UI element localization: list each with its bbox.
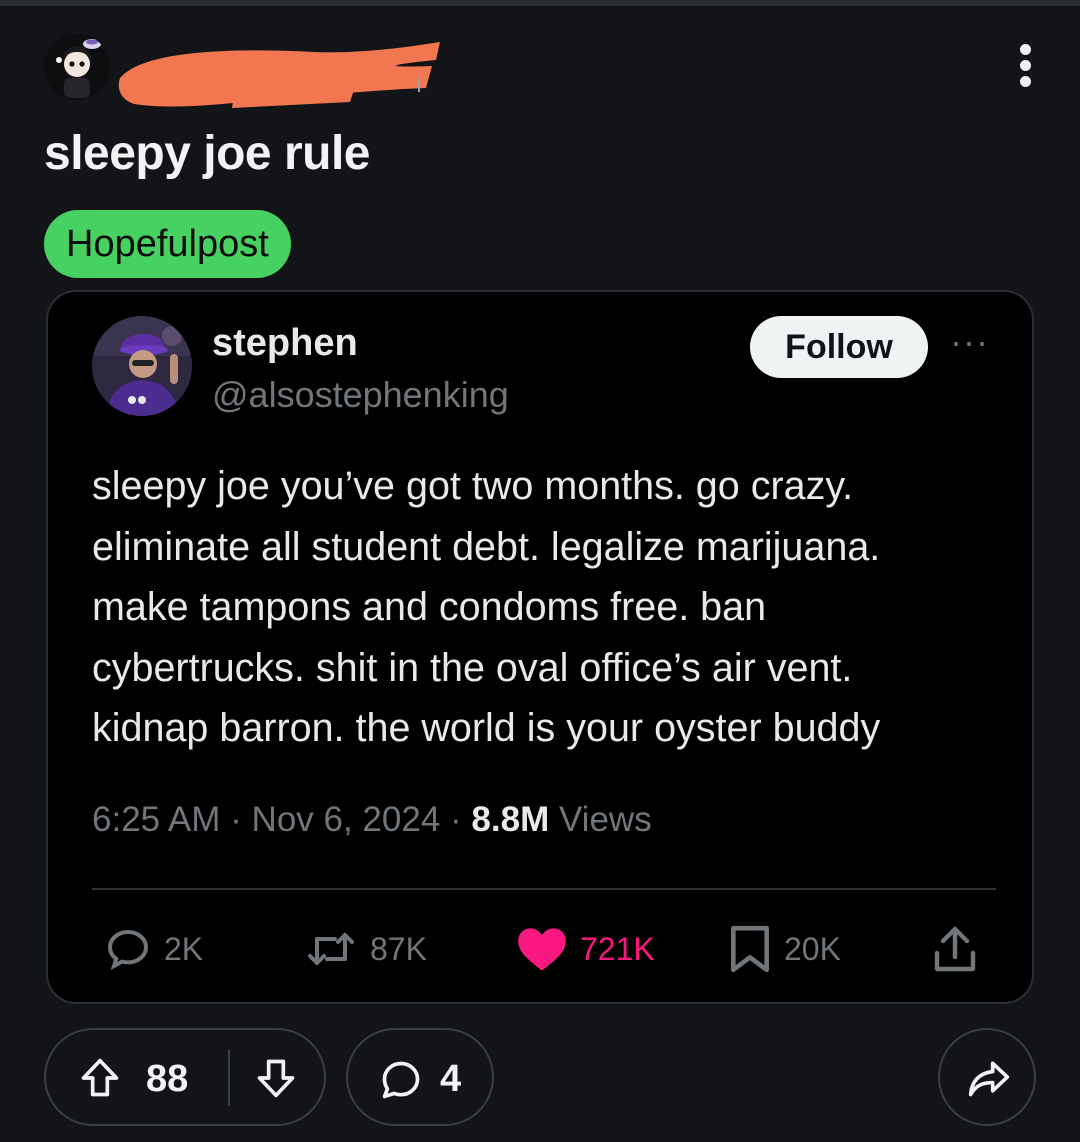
tweet-author-handle[interactable]: @alsostephenking xyxy=(212,374,509,416)
redacted-username xyxy=(114,38,444,118)
meta-separator: · xyxy=(230,800,252,839)
tweet-author-avatar[interactable] xyxy=(92,316,192,416)
like-button[interactable]: 721K xyxy=(516,924,655,974)
tweet-text-line: cybertrucks. shit in the oval office’s a… xyxy=(92,645,853,690)
share-arrow-icon xyxy=(968,1061,1010,1097)
bookmark-button[interactable]: 20K xyxy=(728,924,841,974)
downvote-button[interactable] xyxy=(254,1056,298,1105)
upvote-arrow-icon xyxy=(81,1058,119,1097)
post-flair[interactable]: Hopefulpost xyxy=(44,210,291,278)
tweet-text-line: make tampons and condoms free. ban xyxy=(92,585,767,629)
post-title: sleepy joe rule xyxy=(44,127,371,180)
reply-button[interactable]: 2K xyxy=(104,924,203,974)
tweet-meta: 6:25 AM · Nov 6, 2024 · 8.8M Views xyxy=(92,800,652,840)
bookmark-count: 20K xyxy=(784,930,841,967)
share-button[interactable] xyxy=(938,1028,1036,1126)
reply-bubble-icon xyxy=(107,929,149,971)
embedded-tweet-card: stephen @alsostephenking Follow ··· slee… xyxy=(46,290,1034,1004)
tweet-text-line: sleepy joe you’ve got two months. go cra… xyxy=(92,464,854,508)
share-upload-icon xyxy=(934,926,976,972)
upvote-button[interactable] xyxy=(78,1056,122,1105)
heart-icon xyxy=(518,928,566,971)
share-tweet-button[interactable] xyxy=(932,924,978,974)
downvote-arrow-icon xyxy=(257,1059,295,1098)
tweet-text-line: eliminate all student debt. legalize mar… xyxy=(92,524,881,569)
comment-bubble-icon xyxy=(382,1061,420,1099)
views-label: Views xyxy=(558,800,652,839)
tweet-author-name[interactable]: stephen xyxy=(212,322,358,365)
comments-button[interactable]: 4 xyxy=(346,1028,494,1126)
tweet-more-icon[interactable]: ··· xyxy=(950,322,989,362)
tweet-divider xyxy=(92,888,996,890)
comment-count: 4 xyxy=(440,1058,462,1100)
views-count: 8.8M xyxy=(471,800,550,839)
tweet-actions: 2K 87K 721K 20K xyxy=(48,912,1036,992)
repost-icon xyxy=(308,933,354,965)
vote-score: 88 xyxy=(146,1058,189,1100)
bookmark-icon xyxy=(731,925,769,973)
reply-count: 2K xyxy=(164,930,204,967)
post-header xyxy=(44,34,1044,108)
meta-separator: · xyxy=(450,800,472,839)
vote-bar: 88 xyxy=(44,1028,326,1126)
like-count: 721K xyxy=(580,930,655,967)
author-avatar[interactable] xyxy=(44,34,110,100)
repost-count: 87K xyxy=(370,930,427,967)
post-menu-icon[interactable] xyxy=(1018,44,1032,92)
repost-button[interactable]: 87K xyxy=(304,924,427,974)
tweet-date[interactable]: Nov 6, 2024 xyxy=(252,800,441,839)
top-divider xyxy=(0,0,1080,6)
follow-button[interactable]: Follow xyxy=(750,316,928,378)
tweet-text-line: kidnap barron. the world is your oyster … xyxy=(92,706,881,750)
vote-separator xyxy=(228,1050,230,1106)
tweet-time[interactable]: 6:25 AM xyxy=(92,800,220,839)
tweet-text: sleepy joe you’ve got two months. go cra… xyxy=(92,456,1012,759)
